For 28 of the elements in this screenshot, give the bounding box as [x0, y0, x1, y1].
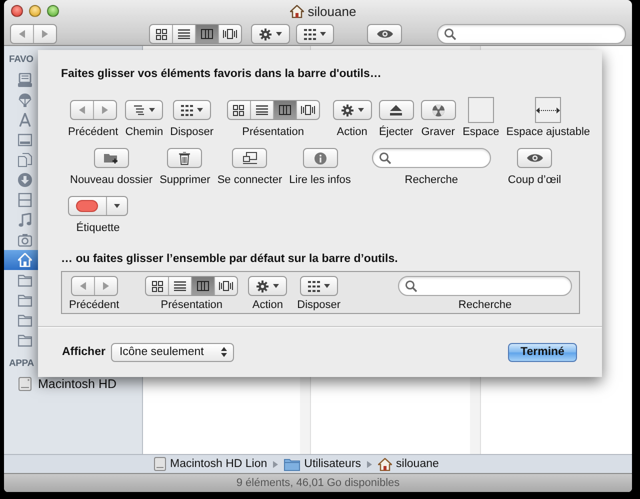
item-label: Précédent: [68, 126, 118, 139]
sidebar-section-header: FAVO: [8, 53, 34, 67]
item-label: Nouveau dossier: [70, 174, 153, 187]
item-label: Supprimer: [160, 174, 210, 187]
item-label: Coup d’œil: [508, 174, 562, 187]
item-label: Action: [252, 299, 283, 312]
item-label: Recherche: [458, 299, 512, 312]
window-title: silouane: [308, 4, 356, 18]
sidebar-section-header: APPA: [8, 357, 35, 371]
item-label: Présentation: [160, 299, 223, 312]
item-label: Lire les infos: [289, 174, 351, 187]
sheet-heading: Faites glisser vos éléments favoris dans la barre d'outils…: [61, 67, 382, 82]
item-label: Recherche: [404, 174, 458, 187]
item-label: Graver: [421, 126, 455, 139]
show-label: Afficher: [62, 346, 106, 358]
item-label: Chemin: [125, 126, 164, 139]
sheet-heading: … ou faites glisser l’ensemble par défaut sur la barre d’outils.: [61, 252, 399, 267]
item-label: Disposer: [297, 299, 341, 312]
item-label: Espace: [462, 126, 500, 139]
item-label: Espace ajustable: [506, 126, 590, 139]
item-label: Présentation: [242, 126, 304, 139]
item-label: Se connecter: [217, 174, 282, 187]
item-label: Étiquette: [76, 222, 120, 235]
item-label: Précédent: [69, 299, 120, 312]
status-text: 9 éléments, 46,01 Go disponibles: [236, 477, 400, 489]
item-label: Éjecter: [378, 126, 414, 139]
item-label: Disposer: [170, 126, 214, 139]
item-label: Action: [336, 126, 368, 139]
